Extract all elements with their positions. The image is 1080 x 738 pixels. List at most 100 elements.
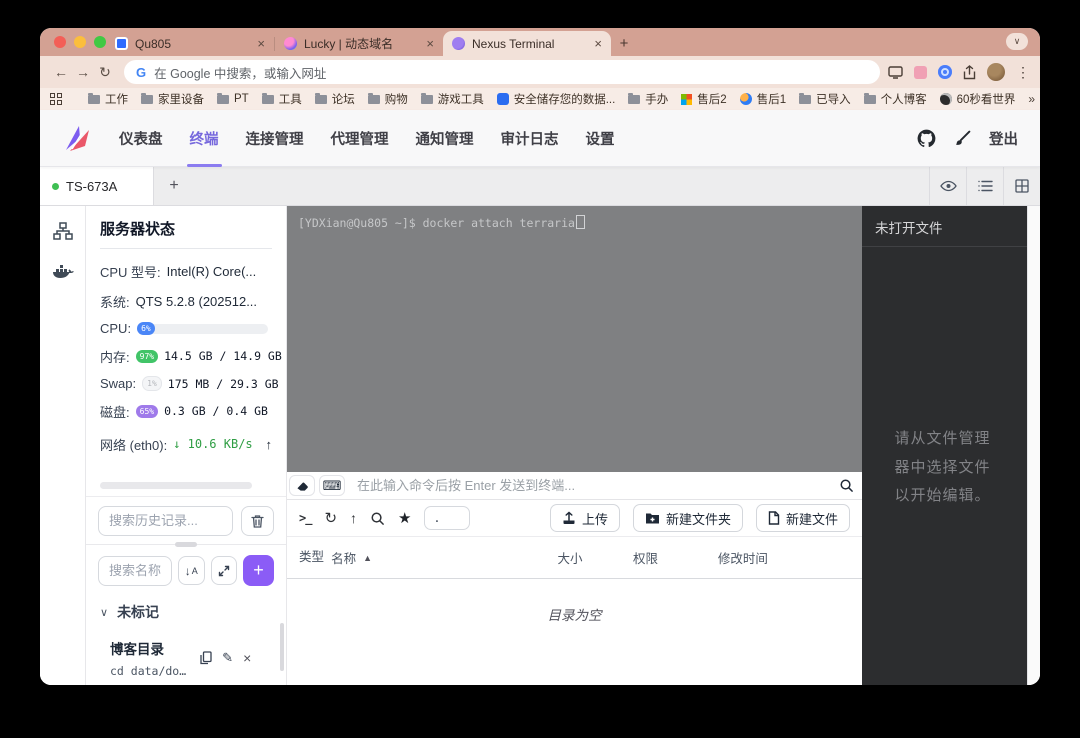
share-icon[interactable] [963, 65, 976, 80]
bookmark-item[interactable]: 售后2 [681, 91, 726, 107]
group-untagged[interactable]: ∨ 未标记 [100, 602, 274, 622]
add-session-button[interactable]: + [154, 167, 194, 205]
zoom-window-button[interactable] [94, 36, 106, 48]
file-search-icon[interactable] [370, 511, 385, 526]
tab-label: Nexus Terminal [472, 37, 554, 51]
bookmark-folder[interactable]: 个人博客 [864, 91, 927, 107]
command-input[interactable] [347, 478, 830, 493]
bookmark-folder[interactable]: PT [217, 93, 249, 105]
browser-tab-lucky[interactable]: Lucky | 动态域名 × [275, 31, 443, 56]
path-input[interactable] [424, 506, 470, 530]
editor-scrollbar-gutter[interactable] [1027, 206, 1040, 685]
tab-search-button[interactable]: ∨ [1006, 33, 1028, 50]
folder-icon [217, 95, 229, 104]
column-name[interactable]: 名称 ▲ [331, 548, 557, 567]
list-icon [978, 180, 993, 192]
bookmark-folder[interactable]: 手办 [628, 91, 668, 107]
github-icon[interactable] [917, 129, 936, 148]
visibility-button[interactable] [929, 167, 966, 205]
sidebar-rail [40, 206, 86, 685]
new-tab-button[interactable]: + [611, 31, 637, 56]
bookmark-folder[interactable]: 工作 [88, 91, 128, 107]
horizontal-scrollbar[interactable] [100, 482, 252, 489]
column-modified[interactable]: 修改时间 [718, 548, 850, 567]
command-search-button[interactable] [830, 478, 862, 493]
nav-item-audit-log[interactable]: 审计日志 [501, 128, 559, 149]
docker-rail-icon[interactable] [52, 264, 74, 281]
minimize-window-button[interactable] [74, 36, 86, 48]
back-button[interactable]: ← [50, 64, 72, 80]
session-list-button[interactable] [966, 167, 1003, 205]
vertical-scrollbar[interactable] [280, 623, 284, 671]
delete-icon[interactable]: × [243, 650, 251, 666]
clear-terminal-button[interactable] [289, 475, 315, 496]
sort-asc-icon: ▲ [363, 553, 372, 563]
quick-command-search-input[interactable] [98, 556, 172, 586]
tab-favicon [452, 37, 465, 50]
nav-item-dashboard[interactable]: 仪表盘 [119, 128, 163, 149]
expand-button[interactable] [211, 556, 238, 585]
up-directory-icon[interactable]: ↑ [350, 510, 357, 526]
bookmark-folder[interactable]: 购物 [368, 91, 408, 107]
bookmark-folder[interactable]: 家里设备 [141, 91, 204, 107]
copy-icon[interactable] [200, 651, 212, 665]
terminal-screen[interactable]: [YDXian@Qu805 ~]$ docker attach terraria [287, 206, 862, 472]
nav-item-proxies[interactable]: 代理管理 [331, 128, 389, 149]
edit-icon[interactable]: ✎ [222, 650, 233, 666]
browser-menu-button[interactable]: ⋮ [1016, 64, 1030, 81]
open-terminal-icon[interactable]: >_ [299, 511, 311, 525]
terminal-cursor [576, 215, 585, 229]
panel-resize-handle[interactable] [175, 542, 197, 547]
app-logo[interactable] [62, 123, 92, 153]
search-icon [839, 478, 854, 493]
tab-close-icon[interactable]: × [426, 36, 434, 51]
capture-icon[interactable] [888, 66, 903, 79]
theme-brush-icon[interactable] [954, 130, 971, 147]
tab-close-icon[interactable]: × [257, 36, 265, 51]
upload-button[interactable]: 上传 [550, 504, 620, 532]
extension-pink-icon[interactable] [914, 66, 927, 79]
column-size[interactable]: 大小 [558, 548, 633, 567]
tab-close-icon[interactable]: × [594, 36, 602, 51]
command-item[interactable]: 博客目录 cd data/do… ✎ × [98, 638, 274, 678]
logout-button[interactable]: 登出 [989, 128, 1018, 149]
nav-item-notifications[interactable]: 通知管理 [416, 128, 474, 149]
browser-toolbar: ← → ↻ G 在 Google 中搜索，或输入网址 ⋮ [40, 56, 1040, 88]
apps-grid-icon[interactable] [50, 93, 62, 105]
bookmark-item[interactable]: 售后1 [740, 91, 786, 107]
bookmark-folder[interactable]: 工具 [262, 91, 302, 107]
new-folder-button[interactable]: 新建文件夹 [633, 504, 743, 532]
browser-tab-qu805[interactable]: Qu805 × [106, 31, 274, 56]
nav-item-connections[interactable]: 连接管理 [246, 128, 304, 149]
bookmark-folder[interactable]: 论坛 [315, 91, 355, 107]
address-bar[interactable]: G 在 Google 中搜索，或输入网址 [124, 60, 880, 84]
sort-arrow-icon: ↓ [185, 564, 191, 578]
bookmarks-overflow-button[interactable]: » [1028, 92, 1035, 106]
server-status-rail-icon[interactable] [53, 222, 73, 240]
split-grid-button[interactable] [1003, 167, 1040, 205]
bookmark-item[interactable]: 60秒看世界 [940, 91, 1016, 107]
bookmark-folder[interactable]: 已导入 [799, 91, 851, 107]
nav-item-terminal[interactable]: 终端 [190, 128, 219, 149]
virtual-keyboard-button[interactable]: ⌨ [319, 475, 345, 496]
bookmark-item[interactable]: 安全储存您的数据... [497, 91, 616, 107]
favorites-star-icon[interactable]: ★ [398, 509, 411, 527]
add-command-button[interactable]: + [243, 555, 274, 586]
session-tab-ts673a[interactable]: TS-673A [40, 167, 154, 205]
clear-history-button[interactable] [241, 506, 274, 536]
extension-blue-icon[interactable] [938, 65, 952, 79]
profile-avatar[interactable] [987, 63, 1005, 81]
browser-tab-nexus-terminal[interactable]: Nexus Terminal × [443, 31, 611, 56]
nav-item-settings[interactable]: 设置 [586, 128, 615, 149]
bookmark-folder[interactable]: 游戏工具 [421, 91, 484, 107]
history-search-input[interactable] [98, 506, 233, 536]
column-type[interactable]: 类型 [299, 550, 331, 564]
column-permissions[interactable]: 权限 [633, 548, 718, 567]
forward-button[interactable]: → [72, 64, 94, 80]
reload-button[interactable]: ↻ [94, 64, 116, 81]
refresh-icon[interactable]: ↻ [324, 509, 337, 527]
new-file-button[interactable]: 新建文件 [756, 504, 850, 532]
sort-button[interactable]: ↓ A [178, 556, 205, 585]
close-window-button[interactable] [54, 36, 66, 48]
folder-icon [315, 95, 327, 104]
